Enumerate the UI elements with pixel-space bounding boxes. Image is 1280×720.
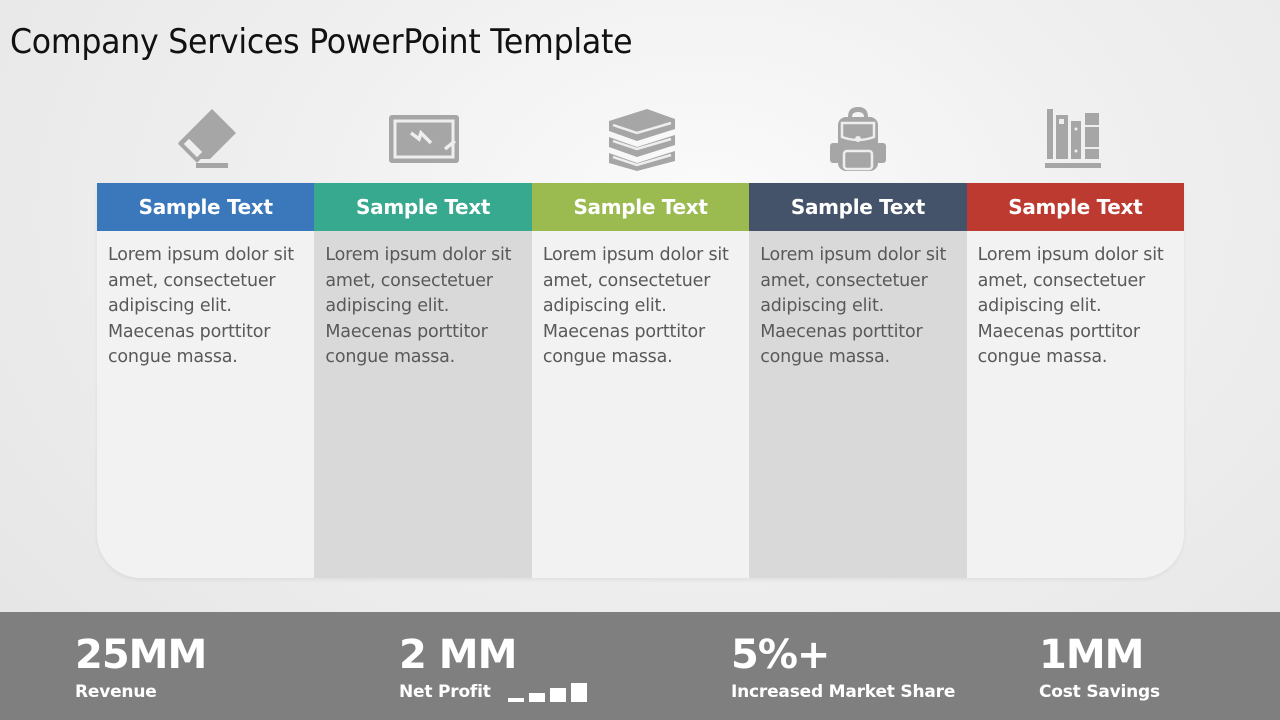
stat-value: 2 MM — [399, 632, 517, 678]
icon-row — [97, 100, 1184, 175]
stat-revenue: 25MM Revenue — [75, 630, 207, 702]
stat-cost-savings: 1MM Cost Savings — [1039, 630, 1160, 702]
icon-cell — [532, 100, 749, 175]
column-body: Lorem ipsum dolor sit amet, consectetuer… — [760, 245, 947, 367]
column-body: Lorem ipsum dolor sit amet, consectetuer… — [977, 245, 1164, 367]
column-heading: Sample Text — [966, 183, 1184, 231]
stats-bar: 25MM Revenue 2 MM Net Profit 5%+ Increas… — [0, 612, 1280, 720]
eraser-icon — [177, 108, 236, 168]
stat-value: 5%+ — [731, 632, 830, 678]
stat-value: 25MM — [75, 632, 207, 678]
services-table: Sample Text Lorem ipsum dolor sit amet, … — [97, 183, 1184, 578]
icon-cell — [97, 100, 314, 175]
icon-cell — [967, 100, 1184, 175]
bookshelf-icon — [1045, 108, 1102, 168]
stat-label: Cost Savings — [1039, 682, 1160, 702]
column-heading: Sample Text — [314, 183, 532, 231]
backpack-icon — [829, 106, 886, 171]
growth-bars-icon — [508, 683, 588, 702]
column-heading: Sample Text — [749, 183, 967, 231]
column-body: Lorem ipsum dolor sit amet, consectetuer… — [325, 245, 512, 367]
stat-market-share: 5%+ Increased Market Share — [731, 630, 955, 702]
service-column: Sample Text Lorem ipsum dolor sit amet, … — [966, 183, 1184, 578]
stat-net-profit: 2 MM Net Profit — [399, 630, 588, 702]
slide-title: Company Services PowerPoint Template — [10, 22, 633, 62]
service-column: Sample Text Lorem ipsum dolor sit amet, … — [749, 183, 967, 578]
books-stack-icon — [608, 108, 675, 171]
service-column: Sample Text Lorem ipsum dolor sit amet, … — [97, 183, 315, 578]
stat-label: Net Profit — [399, 682, 491, 702]
icon-cell — [314, 100, 531, 175]
service-column: Sample Text Lorem ipsum dolor sit amet, … — [531, 183, 750, 578]
stat-label: Revenue — [75, 682, 157, 702]
column-heading: Sample Text — [97, 183, 315, 231]
column-body: Lorem ipsum dolor sit amet, consectetuer… — [108, 245, 294, 367]
column-body: Lorem ipsum dolor sit amet, consectetuer… — [542, 245, 729, 367]
icon-cell — [749, 100, 966, 175]
chalkboard-icon — [389, 114, 460, 163]
service-column: Sample Text Lorem ipsum dolor sit amet, … — [314, 183, 532, 578]
stat-label-row: Net Profit — [399, 682, 588, 702]
stat-label: Increased Market Share — [731, 682, 956, 702]
stat-value: 1MM — [1039, 632, 1144, 678]
column-heading: Sample Text — [531, 183, 750, 231]
